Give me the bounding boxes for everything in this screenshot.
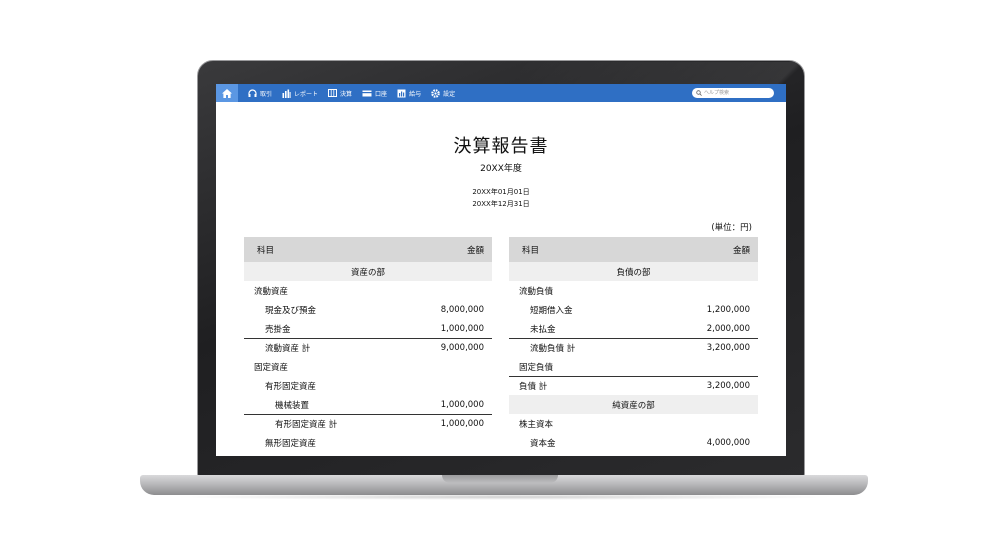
table-row: 現金及び預金 8,000,000 bbox=[244, 300, 492, 319]
toolbar-item-label: 口座 bbox=[375, 90, 388, 98]
account-label: 純資産の部 bbox=[612, 400, 655, 411]
total-row: 流動資産 計 9,000,000 bbox=[244, 338, 492, 357]
liabilities-table: 科目 金額 負債の部流動負債短期借入金 1,200,000 未払金 2,000,000… bbox=[509, 237, 758, 452]
column-amount: 金額 bbox=[732, 245, 750, 256]
assets-table: 科目 金額 資産の部流動資産現金及び預金 8,000,000 売掛金 1,000,00… bbox=[244, 237, 492, 452]
column-account: 科目 bbox=[257, 245, 275, 256]
fiscal-year: 20XX年度 bbox=[480, 164, 522, 174]
account-label: 流動負債 計 bbox=[530, 344, 576, 354]
amount-value: 4,000,000 bbox=[706, 437, 750, 448]
account-label: 資産の部 bbox=[350, 267, 385, 278]
amount-value: 9,000,000 bbox=[440, 343, 484, 353]
table-row: 株主資本 bbox=[509, 414, 758, 433]
table-header: 科目 金額 bbox=[509, 237, 758, 262]
top-toolbar: 取引 レポート 決算 口座 給与 設定 ヘルプ検索 bbox=[216, 84, 786, 102]
table-header: 科目 金額 bbox=[244, 237, 492, 262]
headset-icon bbox=[248, 88, 257, 97]
period-end: 20XX年12月31日 bbox=[472, 200, 530, 208]
amount-value: 1,200,000 bbox=[706, 304, 750, 315]
account-label: 固定負債 bbox=[519, 362, 554, 373]
section-row: 純資産の部 bbox=[509, 395, 758, 414]
help-search-input[interactable] bbox=[704, 88, 770, 98]
report-title: 決算報告書 bbox=[453, 136, 549, 157]
currency-unit: (単位：円) bbox=[711, 223, 752, 233]
account-label: 有形固定資産 bbox=[265, 381, 317, 392]
laptop-base-notch bbox=[442, 475, 558, 483]
toolbar-item-kyuyo[interactable]: 給与 bbox=[397, 89, 421, 98]
app-screen: 取引 レポート 決算 口座 給与 設定 ヘルプ検索 決算報告書 20XX年度 2… bbox=[216, 84, 786, 456]
amount-value: 1,000,000 bbox=[440, 419, 484, 429]
ledger-icon bbox=[328, 89, 338, 97]
account-label: 現金及び預金 bbox=[265, 305, 317, 316]
table-row: 流動負債 bbox=[509, 281, 758, 300]
home-icon bbox=[222, 88, 232, 98]
help-search-box[interactable] bbox=[692, 88, 774, 98]
account-label: 売掛金 bbox=[265, 324, 291, 335]
table-row: 固定資産 bbox=[244, 357, 492, 376]
table-row: 有形固定資産 bbox=[244, 376, 492, 395]
search-icon bbox=[696, 90, 702, 96]
account-label: 有形固定資産 計 bbox=[275, 420, 338, 430]
toolbar-item-report[interactable]: レポート bbox=[282, 89, 318, 98]
column-account: 科目 bbox=[522, 245, 540, 256]
bar-chart-icon bbox=[282, 89, 291, 98]
toolbar-item-settei[interactable]: 設定 bbox=[431, 88, 456, 98]
amount-value: 1,000,000 bbox=[440, 323, 484, 334]
toolbar-item-label: レポート bbox=[294, 90, 319, 98]
account-label: 負債の部 bbox=[616, 267, 651, 278]
table-row: 固定負債 bbox=[509, 357, 758, 376]
table-body: 資産の部流動資産現金及び預金 8,000,000 売掛金 1,000,000 流動資産 … bbox=[244, 262, 492, 452]
amount-value: 3,200,000 bbox=[706, 343, 750, 353]
table-row: 資本金 4,000,000 bbox=[509, 433, 758, 452]
home-button[interactable] bbox=[216, 84, 238, 102]
account-label: 未払金 bbox=[530, 324, 556, 335]
account-label: 流動資産 計 bbox=[265, 344, 311, 354]
section-row: 資産の部 bbox=[244, 262, 492, 281]
toolbar-item-kouza[interactable]: 口座 bbox=[362, 89, 387, 98]
table-body: 負債の部流動負債短期借入金 1,200,000 未払金 2,000,000 流動負債 計… bbox=[509, 262, 758, 452]
toolbar-item-label: 決算 bbox=[340, 90, 353, 98]
total-row: 流動負債 計 3,200,000 bbox=[509, 338, 758, 357]
table-row: 売掛金 1,000,000 bbox=[244, 319, 492, 338]
amount-value: 2,000,000 bbox=[706, 323, 750, 334]
toolbar-item-label: 給与 bbox=[409, 90, 422, 98]
table-row: 短期借入金 1,200,000 bbox=[509, 300, 758, 319]
payroll-icon bbox=[397, 89, 406, 97]
laptop-shadow bbox=[170, 494, 838, 500]
gear-icon bbox=[431, 88, 440, 98]
table-row: 未払金 2,000,000 bbox=[509, 319, 758, 338]
amount-value: 3,200,000 bbox=[706, 381, 750, 391]
card-icon bbox=[362, 90, 372, 96]
section-row: 負債の部 bbox=[509, 262, 758, 281]
table-row: 流動資産 bbox=[244, 281, 492, 300]
amount-value: 8,000,000 bbox=[440, 304, 484, 315]
account-label: 資本金 bbox=[530, 438, 556, 449]
total-row: 有形固定資産 計 1,000,000 bbox=[244, 414, 492, 433]
account-label: 株主資本 bbox=[519, 419, 554, 430]
account-label: 固定資産 bbox=[254, 362, 289, 373]
account-label: 無形固定資産 bbox=[265, 438, 317, 449]
toolbar-item-label: 取引 bbox=[260, 90, 273, 98]
account-label: 流動負債 bbox=[519, 286, 554, 297]
table-row: 機械装置 1,000,000 bbox=[244, 395, 492, 414]
account-label: 負債 計 bbox=[519, 382, 548, 392]
period-start: 20XX年01月01日 bbox=[472, 188, 530, 196]
toolbar-item-torihiki[interactable]: 取引 bbox=[248, 88, 273, 98]
account-label: 短期借入金 bbox=[530, 305, 573, 316]
toolbar-item-kessan[interactable]: 決算 bbox=[328, 89, 352, 98]
amount-value: 1,000,000 bbox=[440, 399, 484, 410]
account-label: 機械装置 bbox=[275, 400, 310, 411]
account-label: 流動資産 bbox=[254, 286, 289, 297]
column-amount: 金額 bbox=[466, 245, 484, 256]
toolbar-item-label: 設定 bbox=[443, 90, 456, 98]
table-row: 無形固定資産 bbox=[244, 433, 492, 452]
total-row: 負債 計 3,200,000 bbox=[509, 376, 758, 395]
